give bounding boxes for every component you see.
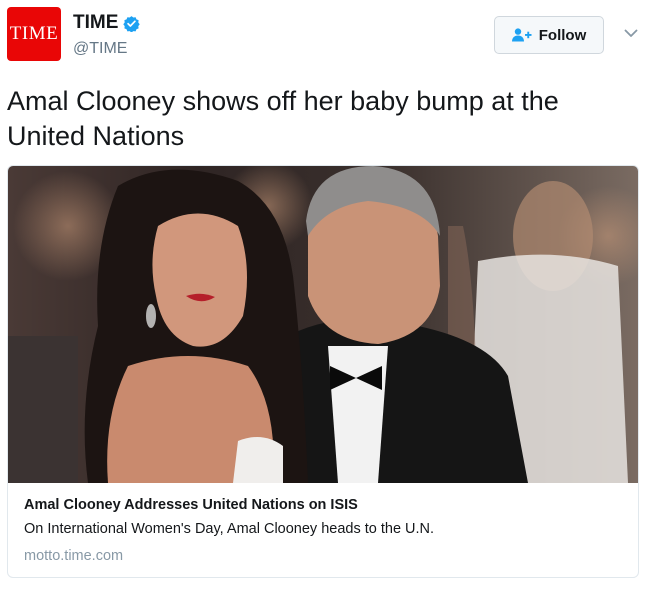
verified-badge-icon bbox=[123, 15, 141, 32]
tweet-text: Amal Clooney shows off her baby bump at … bbox=[7, 86, 559, 151]
add-user-icon bbox=[511, 28, 532, 42]
follow-label: Follow bbox=[538, 26, 587, 44]
avatar-logo-text: TIME bbox=[9, 23, 59, 44]
user-handle[interactable]: @TIME bbox=[73, 40, 127, 58]
card-title[interactable]: Amal Clooney Addresses United Nations on… bbox=[24, 497, 358, 513]
link-card[interactable]: Amal Clooney Addresses United Nations on… bbox=[7, 165, 639, 578]
follow-button[interactable]: Follow bbox=[494, 16, 604, 54]
chevron-down-icon[interactable] bbox=[624, 29, 638, 38]
display-name[interactable]: TIME bbox=[73, 12, 118, 34]
avatar[interactable]: TIME bbox=[7, 7, 61, 61]
card-description: On International Women's Day, Amal Cloon… bbox=[24, 521, 435, 537]
tweet: TIME TIME @TIME Follow Amal Clooney show… bbox=[0, 0, 650, 590]
card-photo[interactable] bbox=[8, 166, 638, 483]
card-domain[interactable]: motto.time.com bbox=[24, 548, 123, 564]
author-name-row: TIME bbox=[73, 12, 141, 34]
